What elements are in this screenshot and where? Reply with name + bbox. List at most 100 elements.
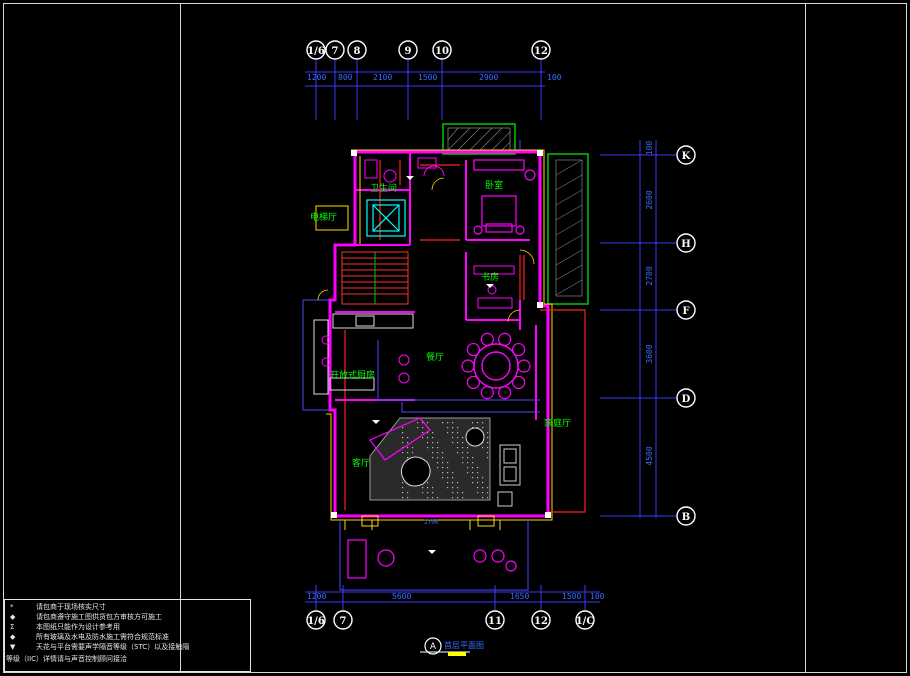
rug-texture-dot [457,427,459,429]
rug-texture-dot [427,497,429,499]
dimension-text: 2600 [645,190,654,209]
rug-texture-dot [432,492,434,494]
rug-texture-dot [477,422,479,424]
rug-texture-dot [437,452,439,454]
dimension-text: 1650 [510,592,529,601]
dimension-text: 5600 [392,592,411,601]
rug-texture-dot [417,427,419,429]
label-kitchen: 开放式厨房 [330,369,375,381]
dining-chair [512,375,526,390]
rug-texture-dot [422,432,424,434]
rug-texture-dot [422,437,424,439]
rug-texture-dot [457,482,459,484]
elevator-shaft [366,199,406,237]
rug-texture-dot [482,487,484,489]
note-item: 等级（IIC）详情请与声音控制顾问接洽 [6,655,128,663]
dining-chair [480,386,494,400]
rug-texture-dot [487,432,489,434]
dimension-text: 3600 [645,344,654,363]
rug-texture-dot [447,427,449,429]
rug-texture-dot [402,432,404,434]
rug-texture-dot [402,442,404,444]
rug-texture-dot [452,437,454,439]
rug-texture-dot [432,457,434,459]
axis-label: H [681,239,690,250]
rug-texture-dot [477,482,479,484]
rug-texture-dot [457,432,459,434]
rug-texture-dot [447,422,449,424]
rug-texture-dot [407,457,409,459]
axis-label: 1/6 [307,46,325,57]
rug-texture-dot [487,437,489,439]
label-study: 书房 [481,271,499,283]
axis-label: 1/C [576,616,595,627]
bedroom-bed [473,159,536,235]
rug-texture-dot [467,462,469,464]
rug-texture-dot [472,462,474,464]
rug-texture-dot [427,422,429,424]
rug-texture-dot [462,452,464,454]
rug-texture-dot [437,457,439,459]
rug-texture-dot [437,467,439,469]
note-item: 天花与平台需要声学隔音等级（STC）以及接触隔 [36,643,190,651]
dining-chair [466,342,480,357]
rug-texture-dot [432,442,434,444]
rug-texture-dot [477,492,479,494]
rug-texture-dot [407,497,409,499]
rug-texture-dot [477,487,479,489]
staircase [341,251,409,305]
rug-texture-dot [442,422,444,424]
rug-texture-dot [447,487,449,489]
rug-texture-dot [467,472,469,474]
dimension-text: 1500 [418,73,437,82]
rug-texture-dot [402,437,404,439]
rug-texture-dot [457,497,459,499]
rug-texture-dot [487,442,489,444]
axis-bubble: 1/C [575,610,595,630]
dining-table [473,343,519,389]
dimension-text: 1500 [562,592,581,601]
rug-texture-dot [472,467,474,469]
axis-label: 9 [405,46,412,57]
axis-bubble: 1/6 [306,40,326,60]
rug-texture-dot [422,492,424,494]
rug-texture-dot [452,477,454,479]
note-item: 所有玻璃及水电及防水施工需符合规范标准 [36,633,169,641]
note-marker: Σ [10,623,15,631]
axis-bubble: D [676,388,696,408]
note-item: 本图纸只能作为设计参考用 [36,623,120,631]
rug-texture-dot [427,447,429,449]
rug-texture-dot [487,497,489,499]
rug-texture-dot [472,457,474,459]
inner-dim-label: 2700 [424,519,439,526]
axis-label: 10 [435,46,449,57]
dimension-text: 4500 [645,446,654,465]
rug-texture-dot [402,427,404,429]
dimension-text: 1200 [307,592,326,601]
rug-texture-dot [487,452,489,454]
axis-bubble: 7 [333,610,353,630]
dimension-text: 100 [547,73,562,82]
rug-texture-dot [437,442,439,444]
rug-texture-dot [452,472,454,474]
rug-texture-dot [437,462,439,464]
rug-texture-dot [487,487,489,489]
rug-texture-dot [407,492,409,494]
cad-viewport[interactable]: 1200 800 2100 1500 2900 100 1/6 7 8 9 10 12 100 260… [0,0,910,676]
rug-texture-dot [442,467,444,469]
axis-label: 11 [488,616,502,627]
rug-texture-dot [457,487,459,489]
rug-texture-dot [412,452,414,454]
living-rug [369,417,491,501]
rug-texture-dot [432,447,434,449]
rug-texture-dot [477,472,479,474]
rug-texture-dot [452,422,454,424]
label-living: 客厅 [352,457,370,469]
rug-texture-dot [457,447,459,449]
rug-texture-dot [457,452,459,454]
rug-texture-dot [487,457,489,459]
rug-texture-dot [487,447,489,449]
rug-texture-dot [427,437,429,439]
rug-texture-dot [477,477,479,479]
rug-texture-dot [402,487,404,489]
